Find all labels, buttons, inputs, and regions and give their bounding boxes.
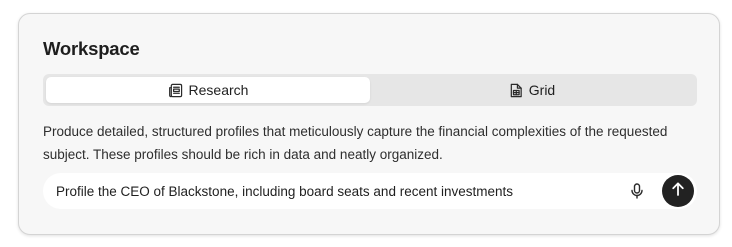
tab-research[interactable]: Research [46, 77, 370, 103]
workspace-title: Workspace [43, 38, 140, 59]
send-button[interactable] [662, 175, 694, 207]
prompt-bar [43, 173, 697, 209]
mode-tabs: Research Grid [43, 74, 697, 106]
tab-grid-label: Grid [528, 82, 556, 98]
tab-research-label: Research [188, 82, 249, 98]
arrow-up-icon [671, 181, 685, 202]
prompt-input[interactable] [56, 173, 616, 209]
workspace-card: Workspace Research Grid Produce detailed… [18, 13, 720, 235]
mode-description: Produce detailed, structured profiles th… [43, 124, 668, 162]
newspaper-icon [168, 83, 183, 98]
spreadsheet-file-icon [509, 83, 523, 98]
tab-grid[interactable]: Grid [370, 77, 694, 103]
microphone-icon[interactable] [628, 182, 646, 200]
